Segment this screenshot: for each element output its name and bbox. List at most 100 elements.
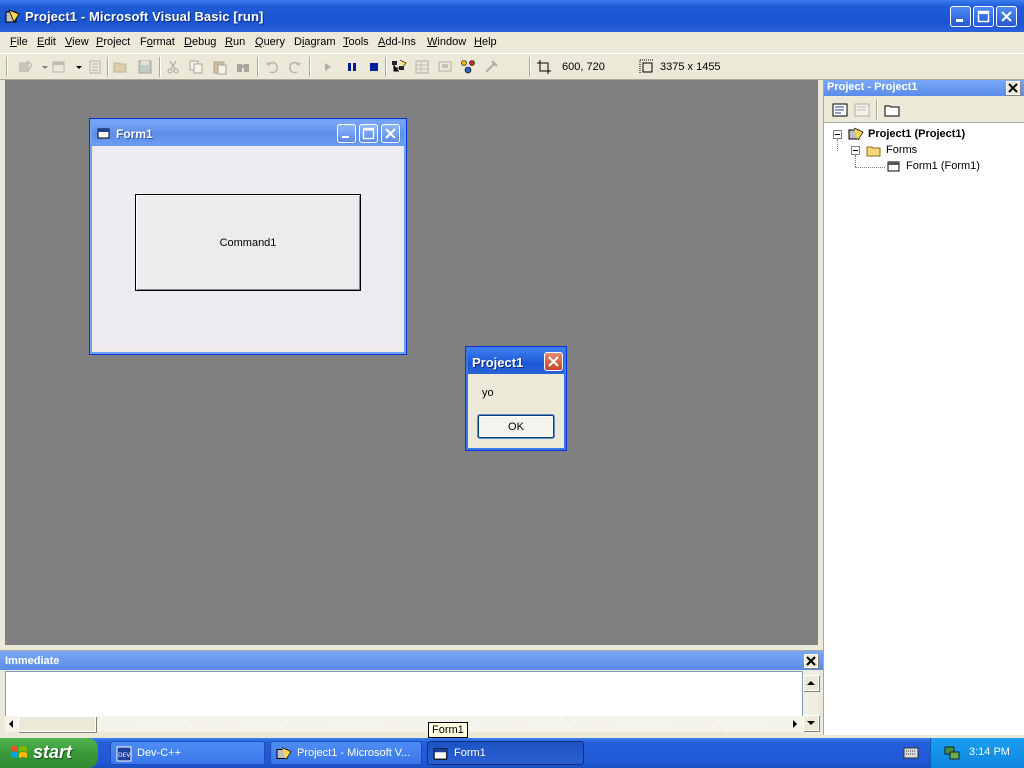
close-icon bbox=[1001, 11, 1012, 22]
tree-line bbox=[855, 155, 856, 167]
close-button[interactable] bbox=[996, 6, 1017, 27]
scroll-thumb[interactable] bbox=[18, 716, 96, 732]
immediate-input[interactable] bbox=[5, 671, 803, 718]
menu-view[interactable]: View bbox=[65, 36, 89, 48]
tree-item-forms[interactable]: Forms bbox=[886, 144, 917, 156]
scroll-up-button[interactable] bbox=[803, 675, 819, 691]
project-explorer-close-button[interactable] bbox=[1006, 81, 1020, 95]
minimize-button[interactable] bbox=[950, 6, 971, 27]
menu-debug[interactable]: Debug bbox=[184, 36, 216, 48]
task-dev-cpp[interactable]: DEV Dev-C++ bbox=[110, 741, 265, 765]
start-run-icon[interactable] bbox=[320, 59, 336, 75]
form1-minimize-button[interactable] bbox=[337, 124, 356, 143]
undo-icon[interactable] bbox=[264, 59, 280, 75]
task-visual-basic[interactable]: Project1 - Microsoft V... bbox=[270, 741, 422, 765]
menu-edit[interactable]: Edit bbox=[37, 36, 56, 48]
clock[interactable]: 3:14 PM bbox=[969, 746, 1010, 758]
taskbar: start DEV Dev-C++ Project1 - Microsoft V… bbox=[0, 738, 1024, 768]
close-icon bbox=[548, 356, 559, 367]
ok-button[interactable]: OK bbox=[478, 415, 554, 438]
form1-maximize-button[interactable] bbox=[359, 124, 378, 143]
break-icon[interactable] bbox=[344, 59, 360, 75]
open-project-icon[interactable] bbox=[113, 59, 129, 75]
form1-title: Form1 bbox=[116, 127, 153, 141]
toolbar-separator bbox=[309, 57, 311, 77]
menu-tools[interactable]: Tools bbox=[343, 36, 369, 48]
toolbar-separator bbox=[159, 57, 161, 77]
keyboard-icon[interactable] bbox=[903, 746, 919, 760]
find-icon[interactable] bbox=[235, 59, 251, 75]
visual-basic-app-icon bbox=[276, 747, 292, 760]
scroll-down-button[interactable] bbox=[803, 715, 819, 731]
main-title-bar[interactable]: Project1 - Microsoft Visual Basic [run] bbox=[0, 0, 1024, 32]
object-browser-icon[interactable] bbox=[460, 59, 476, 75]
menu-project[interactable]: Project bbox=[96, 36, 130, 48]
arrow-right-icon[interactable] bbox=[789, 716, 801, 732]
menu-add-ins[interactable]: Add-Ins bbox=[378, 36, 416, 48]
task-form1[interactable]: Form1 bbox=[427, 741, 584, 765]
toolbar-separator bbox=[107, 57, 109, 77]
add-project-icon[interactable] bbox=[17, 59, 33, 75]
form1-window[interactable]: Form1 Command1 bbox=[89, 118, 407, 355]
menu-run[interactable]: Run bbox=[225, 36, 245, 48]
message-box-title: Project1 bbox=[472, 355, 524, 370]
menu-help[interactable]: Help bbox=[474, 36, 497, 48]
message-box-title-bar[interactable]: Project1 bbox=[468, 349, 564, 374]
paste-icon[interactable] bbox=[212, 59, 228, 75]
forms-collapse-toggle[interactable] bbox=[851, 146, 860, 155]
toolbar-separator bbox=[257, 57, 259, 77]
form-window-icon bbox=[97, 128, 110, 139]
form1-close-button[interactable] bbox=[381, 124, 400, 143]
view-code-icon[interactable] bbox=[832, 102, 848, 118]
dev-cpp-icon: DEV bbox=[116, 746, 132, 762]
immediate-header[interactable]: Immediate bbox=[0, 650, 823, 670]
cut-icon[interactable] bbox=[165, 59, 181, 75]
immediate-vertical-scrollbar[interactable] bbox=[803, 671, 819, 734]
project-collapse-toggle[interactable] bbox=[833, 130, 842, 139]
close-icon bbox=[806, 656, 816, 666]
end-stop-icon[interactable] bbox=[366, 59, 382, 75]
menu-format[interactable]: Format bbox=[140, 36, 175, 48]
menu-editor-icon[interactable] bbox=[87, 59, 103, 75]
message-box-close-button[interactable] bbox=[544, 352, 563, 371]
tree-line bbox=[855, 167, 885, 168]
menu-query[interactable]: Query bbox=[255, 36, 285, 48]
start-button[interactable]: start bbox=[0, 738, 98, 768]
maximize-icon bbox=[977, 10, 990, 23]
maximize-button[interactable] bbox=[973, 6, 994, 27]
immediate-close-button[interactable] bbox=[804, 654, 818, 668]
form1-title-bar[interactable]: Form1 bbox=[92, 121, 404, 146]
command1-button[interactable]: Command1 bbox=[135, 194, 361, 291]
immediate-horizontal-scrollbar[interactable] bbox=[5, 716, 803, 732]
toggle-folders-icon[interactable] bbox=[884, 102, 900, 118]
project-explorer-icon[interactable] bbox=[391, 59, 407, 75]
windows-flag-icon bbox=[11, 746, 27, 758]
view-object-icon[interactable] bbox=[854, 102, 870, 118]
task-label: Project1 - Microsoft V... bbox=[297, 747, 411, 759]
project-explorer-panel: Project - Project1 Project1 (Project1) F… bbox=[823, 80, 1024, 735]
save-project-icon[interactable] bbox=[137, 59, 153, 75]
menu-window[interactable]: Window bbox=[427, 36, 466, 48]
project-explorer-header[interactable]: Project - Project1 bbox=[824, 80, 1024, 96]
arrow-up-icon bbox=[807, 681, 815, 685]
dropdown-arrow-icon[interactable] bbox=[71, 59, 87, 75]
properties-window-icon[interactable] bbox=[414, 59, 430, 75]
close-icon bbox=[1008, 83, 1018, 93]
arrow-left-icon[interactable] bbox=[5, 716, 17, 732]
tree-item-project[interactable]: Project1 (Project1) bbox=[868, 128, 965, 140]
menu-file[interactable]: File bbox=[10, 36, 28, 48]
toolbox-icon[interactable] bbox=[483, 59, 499, 75]
network-icon[interactable] bbox=[943, 745, 961, 761]
menu-bar: File Edit View Project Format Debug Run … bbox=[0, 32, 1024, 53]
tree-item-form1[interactable]: Form1 (Form1) bbox=[906, 160, 980, 172]
redo-icon[interactable] bbox=[287, 59, 303, 75]
form-layout-icon[interactable] bbox=[437, 59, 453, 75]
menu-diagram[interactable]: Diagram bbox=[294, 36, 336, 48]
message-box-dialog[interactable]: Project1 yo OK bbox=[465, 346, 567, 451]
copy-icon[interactable] bbox=[188, 59, 204, 75]
position-readout: 600, 720 bbox=[562, 61, 605, 73]
add-form-icon[interactable] bbox=[51, 59, 67, 75]
toolbar-grip[interactable] bbox=[6, 57, 8, 77]
main-window-title: Project1 - Microsoft Visual Basic [run] bbox=[25, 9, 264, 24]
svg-text:DEV: DEV bbox=[118, 752, 131, 759]
